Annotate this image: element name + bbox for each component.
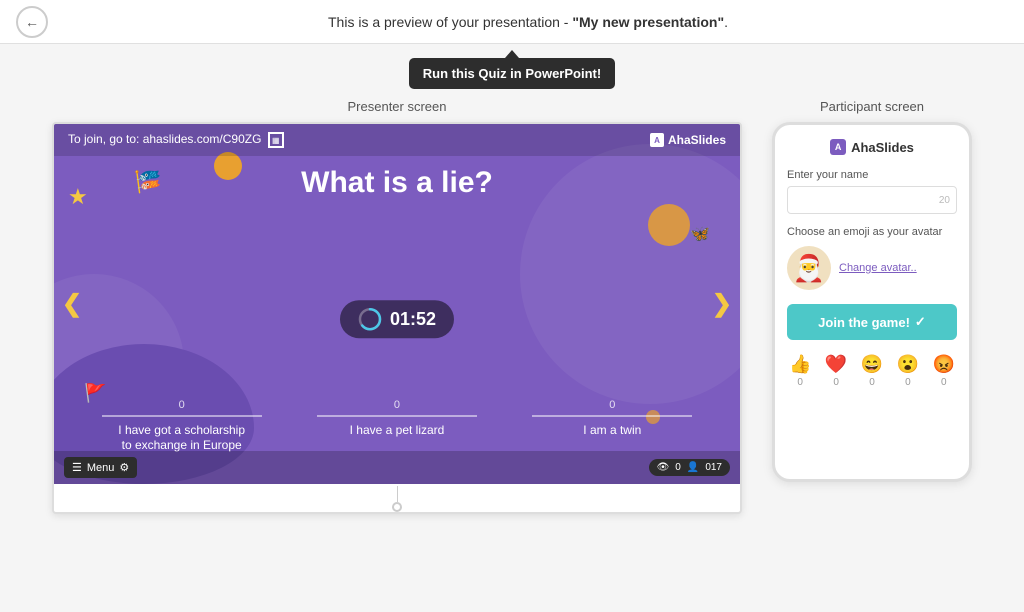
presenter-section: Presenter screen ★ 🚩 🎏 🦋 <box>52 99 742 514</box>
answer-line-2 <box>532 415 692 417</box>
participant-screen: A AhaSlides Enter your name 20 Choose an… <box>772 122 972 482</box>
answer-text-0: I have got a scholarshipto exchange in E… <box>118 423 245 454</box>
stand-circle <box>392 502 402 512</box>
reactions-row: 👍 0 ❤️ 0 😄 0 😮 0 <box>787 354 957 388</box>
menu-label: Menu <box>87 462 115 474</box>
back-button[interactable]: ← <box>16 6 48 38</box>
projector-stand <box>54 486 740 512</box>
next-arrow[interactable]: ❯ <box>712 290 732 319</box>
presenter-bottom-bar: ☰ Menu ⚙ 👁 0 👤 017 <box>54 451 740 484</box>
heart-emoji: ❤️ <box>825 354 847 375</box>
screens-row: Presenter screen ★ 🚩 🎏 🦋 <box>20 99 1004 514</box>
eye-count: 0 <box>675 462 681 473</box>
wow-emoji: 😮 <box>897 354 919 375</box>
reaction-wow[interactable]: 😮 0 <box>897 354 919 388</box>
eye-icon: 👁 <box>657 462 670 473</box>
participant-section: Participant screen A AhaSlides Enter you… <box>772 99 972 482</box>
logo-icon: A <box>650 133 664 147</box>
prev-arrow[interactable]: ❮ <box>62 290 82 319</box>
join-text: To join, go to: ahaslides.com/C90ZG ▦ <box>68 132 284 148</box>
avatar-display: 🎅 <box>787 246 831 290</box>
presenter-label: Presenter screen <box>348 99 447 114</box>
reaction-laugh[interactable]: 😄 0 <box>861 354 883 388</box>
answer-item-0: 0 I have got a scholarshipto exchange in… <box>102 399 262 454</box>
timer-ring-svg <box>358 307 382 331</box>
p-logo-text: AhaSlides <box>851 140 914 155</box>
top-bar: ← This is a preview of your presentation… <box>0 0 1024 44</box>
answer-line-1 <box>317 415 477 417</box>
answers-bar: 0 I have got a scholarshipto exchange in… <box>54 399 740 454</box>
thumbsup-emoji: 👍 <box>789 354 811 375</box>
answer-count-1: 0 <box>394 399 400 411</box>
answer-count-2: 0 <box>609 399 615 411</box>
checkmark-icon: ✓ <box>915 314 926 330</box>
laugh-emoji: 😄 <box>861 354 883 375</box>
name-label: Enter your name <box>787 169 957 181</box>
answer-text-2: I am a twin <box>583 423 641 439</box>
angry-count: 0 <box>941 377 947 388</box>
reaction-angry[interactable]: 😡 0 <box>933 354 955 388</box>
menu-button[interactable]: ☰ Menu ⚙ <box>64 457 137 478</box>
question-title: What is a lie? <box>54 166 740 200</box>
player-count: 017 <box>705 462 722 473</box>
answer-item-1: 0 I have a pet lizard <box>317 399 477 454</box>
avatar-label: Choose an emoji as your avatar <box>787 226 957 238</box>
settings-icon: ⚙ <box>119 461 129 474</box>
answer-count-0: 0 <box>179 399 185 411</box>
p-logo-icon: A <box>830 139 846 155</box>
presenter-inner: ★ 🚩 🎏 🦋 To join, go to: ahaslides.com/C9… <box>54 124 740 484</box>
name-input[interactable]: 20 <box>787 186 957 214</box>
tooltip-wrapper: Run this Quiz in PowerPoint! <box>409 58 615 89</box>
tooltip-arrow <box>505 50 519 58</box>
answer-text-1: I have a pet lizard <box>350 423 445 439</box>
heart-count: 0 <box>833 377 839 388</box>
join-game-button[interactable]: Join the game! ✓ <box>787 304 957 340</box>
angry-emoji: 😡 <box>933 354 955 375</box>
answer-item-2: 0 I am a twin <box>532 399 692 454</box>
reaction-heart[interactable]: ❤️ 0 <box>825 354 847 388</box>
preview-text: This is a preview of your presentation -… <box>48 14 1008 30</box>
timer-display: 01:52 <box>340 300 454 338</box>
butterfly-deco: 🦋 <box>690 224 710 244</box>
participant-logo: A AhaSlides <box>787 139 957 155</box>
menu-icon: ☰ <box>72 461 82 474</box>
wow-count: 0 <box>905 377 911 388</box>
reaction-thumbsup[interactable]: 👍 0 <box>789 354 811 388</box>
qr-icon: ▦ <box>268 132 284 148</box>
powerpoint-button[interactable]: Run this Quiz in PowerPoint! <box>409 58 615 89</box>
main-content: Run this Quiz in PowerPoint! Presenter s… <box>0 44 1024 524</box>
laugh-count: 0 <box>869 377 875 388</box>
answer-line-0 <box>102 415 262 417</box>
orange-circle-2 <box>648 204 690 246</box>
person-icon: 👤 <box>687 462 699 473</box>
join-bar: To join, go to: ahaslides.com/C90ZG ▦ A … <box>54 124 740 156</box>
presenter-screen: ★ 🚩 🎏 🦋 To join, go to: ahaslides.com/C9… <box>52 122 742 514</box>
input-count: 20 <box>939 195 950 206</box>
change-avatar-link[interactable]: Change avatar.. <box>839 262 917 274</box>
avatar-row: 🎅 Change avatar.. <box>787 246 957 290</box>
stand-line <box>397 486 398 502</box>
viewer-count: 👁 0 👤 017 <box>649 459 730 476</box>
participant-label: Participant screen <box>820 99 924 114</box>
ahaslides-logo: A AhaSlides <box>650 133 726 147</box>
thumbsup-count: 0 <box>797 377 803 388</box>
